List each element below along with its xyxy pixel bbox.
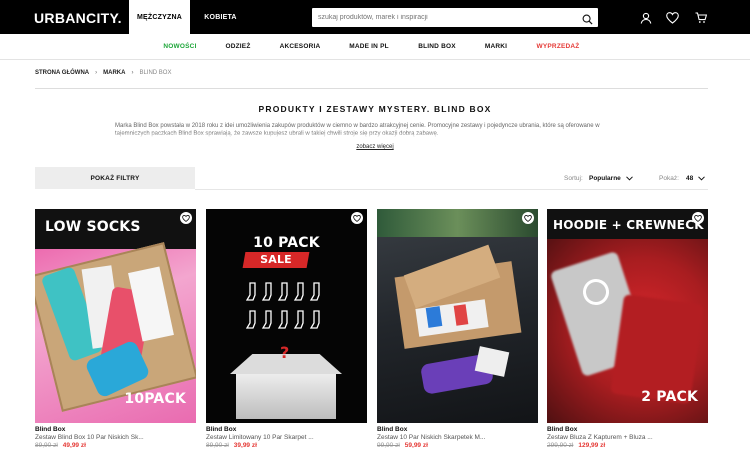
- nav-item-sale[interactable]: WYPRZEDAŻ: [537, 43, 580, 50]
- product-image[interactable]: LOW SOCKS 10PACK: [35, 209, 196, 423]
- sort-value: Popularne: [589, 175, 621, 182]
- product-image[interactable]: [377, 209, 538, 423]
- product-prices: 99,90 zł 59,99 zł: [377, 442, 538, 449]
- product-prices: 299,90 zł 129,99 zł: [547, 442, 708, 449]
- product-image-caption: 2 PACK: [641, 389, 698, 405]
- product-image-caption: LOW SOCKS: [45, 219, 141, 235]
- product-name[interactable]: Zestaw Limitowany 10 Par Skarpet ...: [206, 434, 367, 441]
- product-name[interactable]: Zestaw 10 Par Niskich Skarpetek M...: [377, 434, 538, 441]
- nav-item-new[interactable]: NOWOŚCI: [163, 43, 196, 50]
- sale-price: 59,99 zł: [404, 442, 428, 449]
- product-brand: Blind Box: [547, 426, 578, 433]
- heart-icon[interactable]: [666, 11, 679, 29]
- wishlist-heart-icon[interactable]: [692, 212, 704, 224]
- site-logo[interactable]: URBANCITY.: [34, 10, 122, 26]
- old-price: 89,90 zł: [206, 442, 229, 449]
- product-image[interactable]: 10 PACK SALE ?: [206, 209, 367, 423]
- nav-item-made-in-pl[interactable]: MADE IN PL: [349, 43, 389, 50]
- chevron-down-icon: [625, 176, 633, 181]
- nav-item-clothing[interactable]: ODZIEŻ: [225, 43, 250, 50]
- search-icon[interactable]: [582, 12, 593, 30]
- nav-item-blind-box[interactable]: BLIND BOX: [418, 43, 456, 50]
- search-input[interactable]: [318, 10, 578, 25]
- divider: [195, 189, 708, 190]
- product-card[interactable]: LOW SOCKS 10PACK Blind Box Zestaw Blind …: [35, 209, 196, 449]
- nav-item-accessories[interactable]: AKCESORIA: [280, 43, 321, 50]
- see-more-link[interactable]: zobacz więcej: [0, 144, 750, 150]
- product-image-caption: 10PACK: [124, 391, 186, 407]
- top-bar: URBANCITY. MĘŻCZYZNA KOBIETA: [0, 0, 750, 34]
- sale-price: 49,99 zł: [62, 442, 86, 449]
- product-image-badge: SALE: [260, 253, 292, 266]
- product-prices: 89,90 zł 49,99 zł: [35, 442, 196, 449]
- breadcrumb-brand[interactable]: MARKA: [103, 70, 125, 76]
- product-brand: Blind Box: [377, 426, 408, 433]
- show-filters-button[interactable]: POKAŻ FILTRY: [35, 167, 195, 189]
- product-card[interactable]: 10 PACK SALE ? Blind Box Zestaw Limitowa…: [206, 209, 367, 449]
- breadcrumb-home[interactable]: STRONA GŁÓWNA: [35, 70, 89, 76]
- sort-label: Sortuj:: [564, 175, 583, 182]
- wishlist-heart-icon[interactable]: [351, 212, 363, 224]
- brand-description: Marka Blind Box powstała w 2018 roku z i…: [115, 122, 635, 138]
- old-price: 89,90 zł: [35, 442, 58, 449]
- tab-men[interactable]: MĘŻCZYZNA: [129, 0, 190, 34]
- breadcrumb: STRONA GŁÓWNA › MARKA › BLIND BOX: [35, 70, 171, 76]
- product-card[interactable]: HOODIE + CREWNECK 2 PACK Blind Box Zesta…: [547, 209, 708, 449]
- per-page-value: 48: [686, 175, 694, 182]
- page-title: PRODUKTY I ZESTAWY MYSTERY. BLIND BOX: [258, 104, 492, 114]
- chevron-right-icon: ›: [95, 70, 98, 76]
- old-price: 99,90 zł: [377, 442, 400, 449]
- product-image-caption: HOODIE + CREWNECK: [553, 218, 704, 232]
- user-icon[interactable]: [640, 11, 652, 29]
- sock-icons: [246, 282, 320, 329]
- sort-select[interactable]: Popularne: [589, 175, 633, 182]
- main-navigation: NOWOŚCI ODZIEŻ AKCESORIA MADE IN PL BLIN…: [0, 34, 750, 60]
- search-box: [312, 8, 598, 27]
- nav-item-brands[interactable]: MARKI: [485, 43, 507, 50]
- product-brand: Blind Box: [206, 426, 237, 433]
- product-prices: 89,90 zł 39,99 zł: [206, 442, 367, 449]
- product-name[interactable]: Zestaw Bluza Z Kapturem + Bluza ...: [547, 434, 708, 441]
- wishlist-heart-icon[interactable]: [180, 212, 192, 224]
- wishlist-heart-icon[interactable]: [522, 212, 534, 224]
- tab-women[interactable]: KOBIETA: [190, 0, 251, 34]
- old-price: 299,90 zł: [547, 442, 574, 449]
- sale-price: 39,99 zł: [233, 442, 257, 449]
- per-page-label: Pokaż:: [659, 175, 679, 182]
- product-image[interactable]: HOODIE + CREWNECK 2 PACK: [547, 209, 708, 423]
- product-card[interactable]: Blind Box Zestaw 10 Par Niskich Skarpete…: [377, 209, 538, 449]
- breadcrumb-current: BLIND BOX: [139, 70, 172, 76]
- per-page-select[interactable]: 48: [686, 175, 706, 182]
- chevron-down-icon: [698, 176, 706, 181]
- chevron-right-icon: ›: [131, 70, 134, 76]
- sale-price: 129,99 zł: [578, 442, 606, 449]
- product-brand: Blind Box: [35, 426, 66, 433]
- cart-icon[interactable]: [695, 11, 708, 29]
- product-image-caption: 10 PACK: [253, 235, 320, 251]
- divider: [35, 88, 708, 89]
- product-name[interactable]: Zestaw Blind Box 10 Par Niskich Sk...: [35, 434, 196, 441]
- question-mark-icon: ?: [280, 343, 290, 362]
